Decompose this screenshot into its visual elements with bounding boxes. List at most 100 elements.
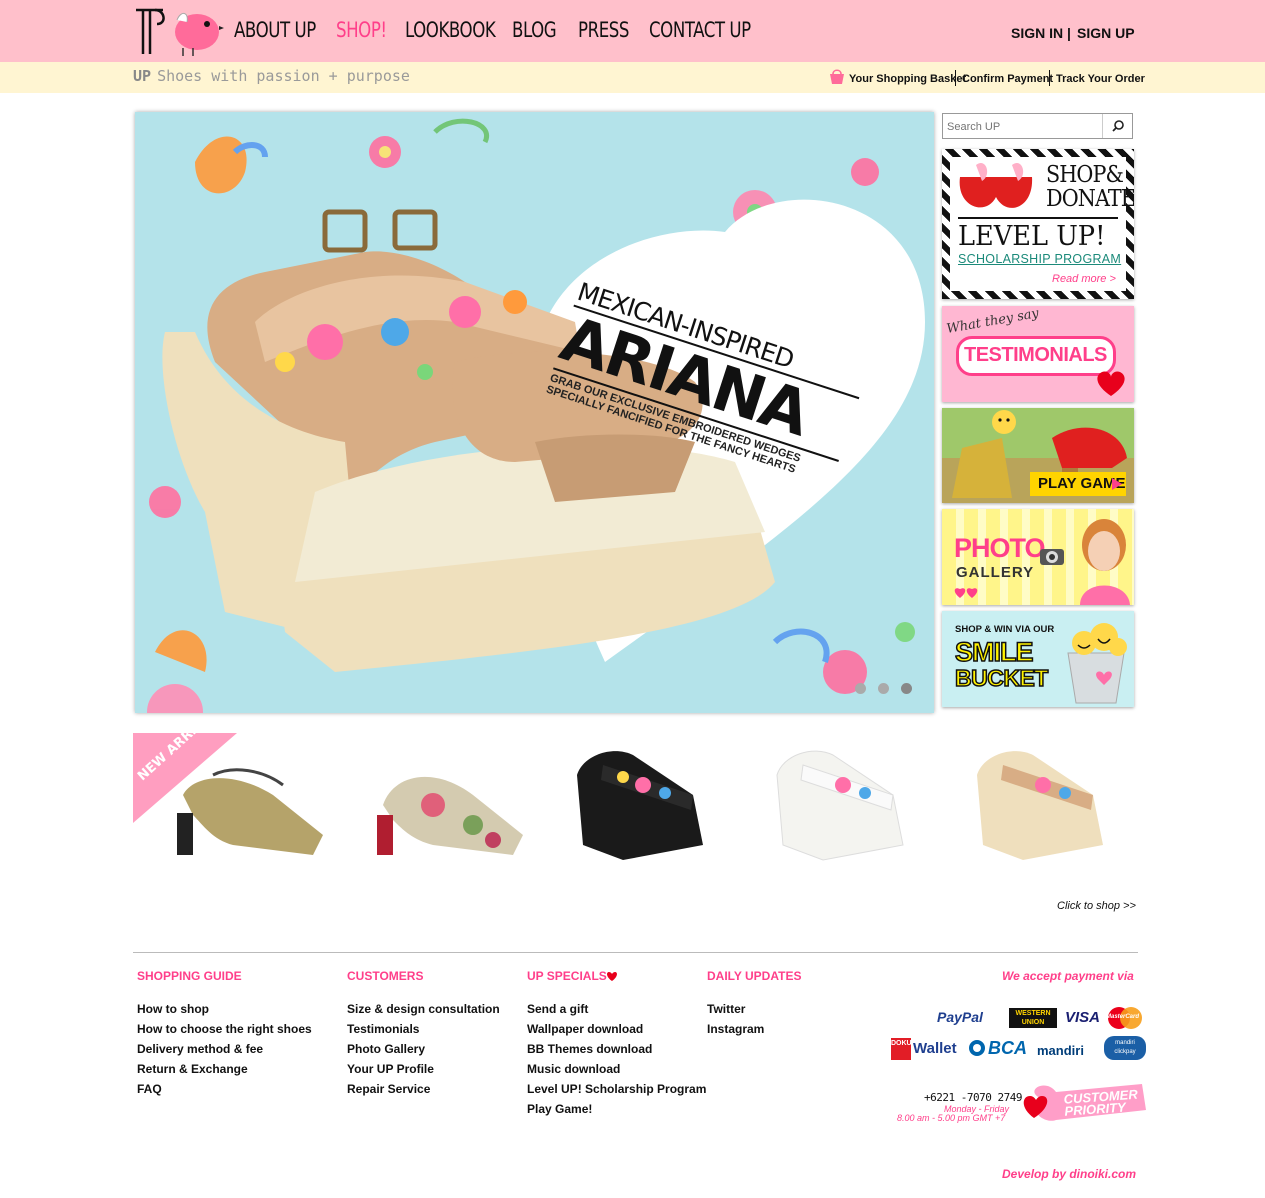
wallet-text: Wallet	[913, 1040, 957, 1057]
shop-text: SHOP&	[1046, 162, 1124, 188]
footer-link-music[interactable]: Music download	[527, 1062, 620, 1076]
shoe-image	[776, 750, 904, 861]
auth-separator: |	[1067, 25, 1071, 41]
developer-credit[interactable]: Develop by dinoiki.com	[1002, 1167, 1136, 1181]
footer-heading-daily-updates: DAILY UPDATES	[707, 969, 802, 983]
mandiri-clickpay-logo: mandiri clickpay	[1104, 1036, 1146, 1060]
up-logo[interactable]	[133, 4, 225, 58]
mastercard-logo: MasterCard	[1104, 1006, 1146, 1030]
footer-link-wallpaper[interactable]: Wallpaper download	[527, 1022, 643, 1036]
shop-donate-banner[interactable]: SHOP& DONATE LEVEL UP! SCHOLARSHIP PROGR…	[942, 149, 1134, 299]
paypal-logo: PayPal	[937, 1009, 983, 1025]
smile-bucket-banner[interactable]: SHOP & WIN VIA OUR SMILE BUCKET	[942, 611, 1134, 707]
slider-dot[interactable]	[855, 683, 866, 694]
play-arrow-icon	[1112, 478, 1122, 490]
bca-icon	[969, 1040, 985, 1056]
footer-heading-customers: CUSTOMERS	[347, 969, 424, 983]
footer-link-play-game[interactable]: Play Game!	[527, 1102, 592, 1116]
footer-link-delivery[interactable]: Delivery method & fee	[137, 1042, 263, 1056]
confirm-payment-link[interactable]: Confirm Payment	[962, 73, 1053, 85]
slider-dot[interactable]	[878, 683, 889, 694]
smile-text: SMILE	[954, 637, 1034, 667]
footer-link-size-consultation[interactable]: Size & design consultation	[347, 1002, 500, 1016]
shoe-image	[977, 751, 1103, 860]
footer-link-twitter[interactable]: Twitter	[707, 1002, 745, 1016]
nav-shop[interactable]: SHOP!	[336, 18, 387, 42]
footer-link-photo-gallery[interactable]: Photo Gallery	[347, 1042, 425, 1056]
shoe-image	[377, 776, 523, 855]
shopping-basket-link[interactable]: Your Shopping Basket	[849, 73, 966, 85]
banner-rule	[958, 217, 1118, 219]
mastercard-text: MasterCard	[1106, 1014, 1140, 1020]
util-divider	[1049, 70, 1050, 86]
play-game-banner[interactable]: PLAY GAME	[942, 408, 1134, 503]
footer-link-scholarship[interactable]: Level UP! Scholarship Program	[527, 1082, 706, 1096]
footer-link-faq[interactable]: FAQ	[137, 1082, 162, 1096]
tagline-brand: UP	[133, 67, 152, 85]
nav-press[interactable]: PRESS	[578, 18, 629, 42]
hearts-icon	[954, 588, 978, 598]
payment-heading: We accept payment via	[1002, 969, 1134, 983]
heart-icon	[607, 972, 617, 981]
tagline: UP Shoes with passion + purpose	[133, 67, 410, 85]
hours-time: 8.00 am - 5.00 pm GMT +7	[897, 1113, 1006, 1123]
util-divider	[955, 70, 956, 86]
click-to-shop-link[interactable]: Click to shop >>	[1057, 900, 1136, 912]
level-up-text: LEVEL UP!	[958, 221, 1106, 252]
product-card-gold-glitter[interactable]	[173, 735, 323, 880]
testimonials-banner[interactable]: What they say TESTIMONIALS	[942, 306, 1134, 402]
mandiri-logo: mandiri	[1037, 1043, 1084, 1058]
footer-divider	[133, 952, 1138, 953]
product-card-tan-wedge[interactable]	[973, 735, 1123, 880]
visa-logo: VISA	[1065, 1009, 1101, 1026]
footer-link-repair[interactable]: Repair Service	[347, 1082, 430, 1096]
nav-about-up[interactable]: ABOUT UP	[234, 18, 316, 42]
footer-heading-shopping-guide: SHOPPING GUIDE	[137, 969, 242, 983]
slider-dot[interactable]	[901, 683, 912, 694]
sign-in-link[interactable]: SIGN IN	[1011, 25, 1063, 41]
read-more-link[interactable]: Read more >	[1052, 273, 1116, 285]
phone-number: +6221 -7070 2749	[924, 1091, 1022, 1104]
donate-text: DONATE	[1046, 186, 1134, 212]
search-button[interactable]	[1102, 114, 1132, 138]
shoe-image	[177, 768, 323, 855]
footer-link-testimonials[interactable]: Testimonials	[347, 1022, 419, 1036]
footer-link-profile[interactable]: Your UP Profile	[347, 1062, 434, 1076]
shop-donate-title: SHOP& DONATE	[1046, 162, 1134, 212]
hero-slider[interactable]: MEXICAN-INSPIRED ARIANA GRAB OUR EXCLUSI…	[135, 112, 934, 713]
search-icon	[1112, 120, 1124, 132]
sandal-icon	[959, 162, 1033, 208]
photo-text: PHOTO	[954, 533, 1046, 563]
western-union-logo: WESTERN UNION	[1009, 1008, 1057, 1028]
smile-bucket-kicker: SHOP & WIN VIA OUR	[955, 624, 1055, 635]
bca-logo: BCA	[988, 1038, 1027, 1058]
nav-contact-up[interactable]: CONTACT UP	[649, 18, 751, 42]
customer-priority-badge[interactable]: CUSTOMER PRIORITY	[1016, 1082, 1148, 1124]
nav-blog[interactable]: BLOG	[512, 18, 557, 42]
tagline-text: Shoes with passion + purpose	[157, 67, 410, 85]
nav-lookbook[interactable]: LOOKBOOK	[405, 18, 496, 42]
footer-link-return[interactable]: Return & Exchange	[137, 1062, 248, 1076]
basket-icon[interactable]	[828, 68, 846, 91]
photo-gallery-banner[interactable]: PHOTO GALLERY	[942, 509, 1134, 605]
track-order-link[interactable]: Track Your Order	[1056, 73, 1145, 85]
gallery-text: GALLERY	[956, 564, 1035, 581]
product-card-white-wedge[interactable]	[773, 735, 923, 880]
footer-link-send-gift[interactable]: Send a gift	[527, 1002, 588, 1016]
bucket-icon	[1067, 623, 1127, 704]
camera-icon	[1040, 549, 1064, 565]
sign-up-link[interactable]: SIGN UP	[1077, 25, 1135, 41]
search-input[interactable]	[947, 118, 1097, 135]
heart-icon	[1097, 371, 1125, 396]
footer-link-choose-shoes[interactable]: How to choose the right shoes	[137, 1022, 312, 1036]
search-box	[942, 113, 1133, 139]
footer-heading-up-specials: UP SPECIALS	[527, 969, 607, 983]
product-card-floral[interactable]	[373, 735, 523, 880]
testimonials-title: TESTIMONIALS	[964, 344, 1107, 366]
footer-link-instagram[interactable]: Instagram	[707, 1022, 764, 1036]
testimonials-kicker: What they say	[945, 306, 1040, 337]
scholarship-text: SCHOLARSHIP PROGRAM	[958, 252, 1122, 266]
footer-link-how-to-shop[interactable]: How to shop	[137, 1002, 209, 1016]
product-card-black-wedge[interactable]	[573, 735, 723, 880]
footer-link-bb-themes[interactable]: BB Themes download	[527, 1042, 652, 1056]
